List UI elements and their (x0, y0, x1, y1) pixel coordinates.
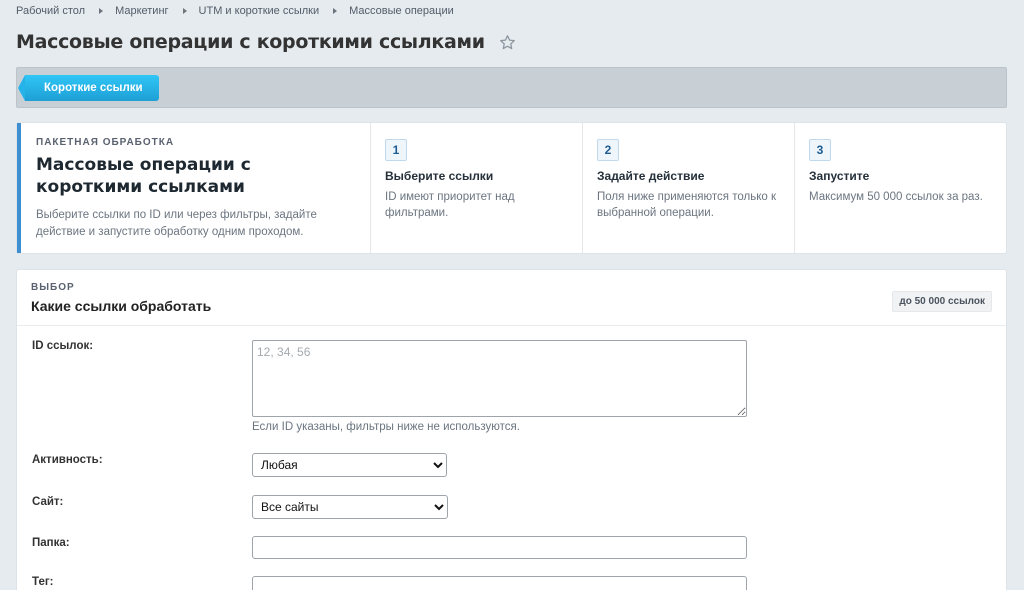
page-header: Массовые операции с короткими ссылками (16, 31, 516, 53)
step-number: 1 (385, 139, 407, 161)
step-title: Выберите ссылки (385, 169, 494, 183)
step-description: Максимум 50 000 ссылок за раз. (809, 191, 983, 203)
ids-textarea[interactable] (252, 340, 747, 417)
limit-badge: до 50 000 ссылок (892, 291, 992, 312)
folder-input[interactable] (252, 536, 747, 559)
selection-eyebrow: ВЫБОР (31, 282, 75, 293)
step-2: 2 Задайте действие Поля ниже применяются… (583, 123, 795, 253)
intro-description: Выберите ссылки по ID или через фильтры,… (36, 209, 317, 238)
breadcrumb-item-current[interactable]: Массовые операции (349, 5, 454, 17)
activity-label: Активность: (32, 454, 103, 466)
step-number: 3 (809, 139, 831, 161)
intro-eyebrow: ПАКЕТНАЯ ОБРАБОТКА (36, 137, 175, 148)
breadcrumb-item-marketing[interactable]: Маркетинг (115, 5, 168, 17)
breadcrumb-item-desktop[interactable]: Рабочий стол (16, 5, 85, 17)
intro-title: Массовые операции с короткими ссылками (36, 155, 251, 197)
intro-card: ПАКЕТНАЯ ОБРАБОТКА Массовые операции с к… (16, 122, 1007, 254)
site-label: Сайт: (32, 496, 64, 508)
step-3: 3 Запустите Максимум 50 000 ссылок за ра… (795, 123, 1006, 253)
folder-label: Папка: (32, 537, 70, 549)
site-select[interactable]: Все сайты (252, 495, 448, 519)
step-number: 2 (597, 139, 619, 161)
tag-label: Тег: (32, 576, 54, 588)
breadcrumb-arrow-icon (182, 8, 187, 14)
ids-hint: Если ID указаны, фильтры ниже не использ… (252, 421, 520, 433)
star-icon[interactable] (499, 34, 516, 51)
tag-input[interactable] (252, 576, 747, 590)
ids-label: ID ссылок: (32, 340, 94, 352)
selection-title: Какие ссылки обработать (31, 298, 212, 314)
selection-header: ВЫБОР Какие ссылки обработать до 50 000 … (17, 270, 1006, 326)
step-title: Задайте действие (597, 169, 705, 183)
breadcrumb: Рабочий стол Маркетинг UTM и короткие сс… (16, 5, 454, 17)
short-links-button[interactable]: Короткие ссылки (18, 75, 159, 101)
step-title: Запустите (809, 169, 870, 183)
toolbar: Короткие ссылки (16, 67, 1007, 108)
step-description: Поля ниже применяются только к выбранной… (597, 191, 776, 219)
breadcrumb-arrow-icon (99, 8, 104, 14)
step-1: 1 Выберите ссылки ID имеют приоритет над… (371, 123, 583, 253)
activity-select[interactable]: Любая (252, 453, 447, 477)
page-title: Массовые операции с короткими ссылками (16, 31, 485, 53)
step-description: ID имеют приоритет над фильтрами. (385, 191, 515, 219)
breadcrumb-arrow-icon (333, 8, 338, 14)
breadcrumb-item-utm[interactable]: UTM и короткие ссылки (199, 5, 320, 17)
intro-main: ПАКЕТНАЯ ОБРАБОТКА Массовые операции с к… (17, 123, 371, 253)
